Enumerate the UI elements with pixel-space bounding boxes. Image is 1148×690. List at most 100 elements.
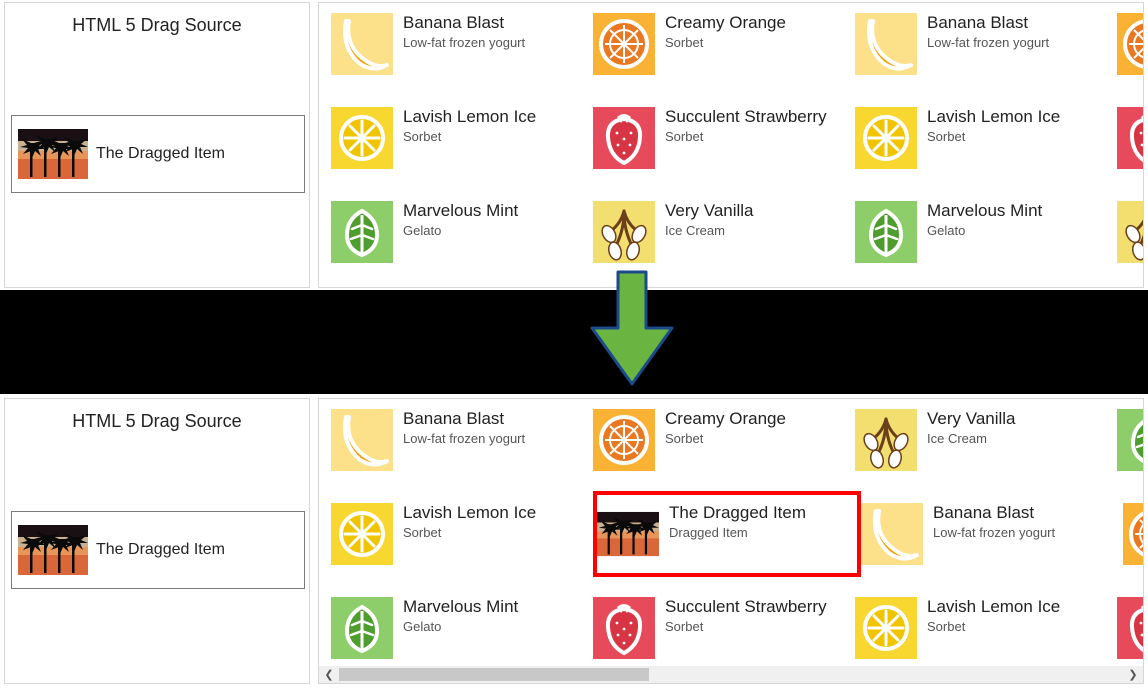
vanilla-icon — [855, 409, 917, 471]
grid-item[interactable]: Lavish Lemon Ice Sorbet — [855, 101, 1117, 177]
item-title: Lavish Lemon Ice — [927, 107, 1060, 127]
banana-icon — [861, 503, 923, 565]
item-subtitle: Sorbet — [665, 619, 827, 634]
mint-icon — [1117, 409, 1144, 471]
item-subtitle: Gelato — [403, 223, 518, 238]
lemon-icon — [331, 503, 393, 565]
mint-icon — [855, 201, 917, 263]
scroll-right-button[interactable]: ❯ — [1123, 666, 1143, 683]
strawberry-icon — [593, 107, 655, 169]
orange-icon — [593, 13, 655, 75]
lemon-icon — [855, 107, 917, 169]
grid-row: Lavish Lemon IceSorbetSucculent Strawber… — [331, 101, 1144, 177]
grid-item[interactable] — [1117, 591, 1144, 667]
drop-target-panel-before[interactable]: Banana Blast Low-fat frozen yogurt Creamy … — [318, 2, 1144, 288]
grid-row: Banana Blast Low-fat frozen yogurt Creamy … — [331, 7, 1144, 83]
grid-item[interactable]: Banana Blast Low-fat frozen yogurt — [331, 7, 593, 83]
item-subtitle: Sorbet — [665, 35, 786, 50]
grid-item[interactable]: Succulent Strawberry Sorbet — [593, 101, 855, 177]
grid-item[interactable]: Banana Blast Low-fat frozen yogurt — [861, 497, 1123, 573]
orange-icon — [1117, 13, 1144, 75]
grid-row: Marvelous Mint Gelato Very Vanilla Ice Crea… — [331, 195, 1144, 271]
item-title: Marvelous Mint — [403, 597, 518, 617]
orange-icon — [593, 409, 655, 471]
grid-row: Banana BlastLow-fat frozen yogurtCreamy … — [331, 403, 1144, 479]
item-subtitle: Dragged Item — [669, 525, 806, 540]
banana-icon — [855, 13, 917, 75]
palm-icon — [18, 525, 88, 575]
item-title: Banana Blast — [927, 13, 1049, 33]
grid-item[interactable]: Very Vanilla Ice Cream — [855, 403, 1117, 479]
grid-item[interactable]: Succulent Strawberry Sorbet — [593, 591, 855, 667]
grid-item[interactable]: Marvelous MintGelato — [855, 195, 1117, 271]
grid-item[interactable] — [1117, 7, 1144, 83]
lemon-icon — [855, 597, 917, 659]
grid-item[interactable]: The Dragged Item Dragged Item — [593, 491, 861, 577]
item-title: Banana Blast — [933, 503, 1055, 523]
divider-band — [0, 290, 1148, 394]
grid-row: Lavish Lemon Ice Sorbet The Dragged Item Dr… — [331, 497, 1144, 573]
item-subtitle: Sorbet — [927, 619, 1060, 634]
item-title: Succulent Strawberry — [665, 597, 827, 617]
palm-icon — [597, 503, 659, 565]
lemon-icon — [331, 107, 393, 169]
horizontal-scrollbar[interactable]: ❮ ❯ — [319, 666, 1143, 683]
vanilla-icon — [593, 201, 655, 263]
scroll-thumb[interactable] — [339, 668, 649, 681]
mint-icon — [331, 201, 393, 263]
item-subtitle: Low-fat frozen yogurt — [403, 35, 525, 50]
grid-item[interactable]: Marvelous Mint Gelato — [331, 591, 593, 667]
item-title: The Dragged Item — [669, 503, 806, 523]
item-subtitle: Ice Cream — [927, 431, 1016, 446]
grid-item[interactable] — [1123, 497, 1144, 573]
drag-source-panel-after: HTML 5 Drag Source The Dragged Item — [4, 398, 310, 684]
grid-row: Marvelous Mint Gelato Succulent Strawberry… — [331, 591, 1144, 667]
item-subtitle: Sorbet — [927, 129, 1060, 144]
item-title: Marvelous Mint — [403, 201, 518, 221]
item-title: Very Vanilla — [665, 201, 754, 221]
drag-source-panel-before: HTML 5 Drag Source The Dragged Item — [4, 2, 310, 288]
orange-icon — [1123, 503, 1144, 565]
drag-source-title: HTML 5 Drag Source — [5, 3, 309, 36]
item-subtitle: Low-fat frozen yogurt — [933, 525, 1055, 540]
grid-item[interactable] — [1117, 195, 1144, 271]
banana-icon — [331, 13, 393, 75]
item-subtitle: Sorbet — [665, 129, 827, 144]
grid-item[interactable]: Lavish Lemon Ice Sorbet — [331, 497, 593, 573]
mint-icon — [331, 597, 393, 659]
item-title: Banana Blast — [403, 409, 525, 429]
item-subtitle: Sorbet — [403, 525, 536, 540]
drag-item-label: The Dragged Item — [96, 541, 225, 559]
grid-item[interactable]: Lavish Lemon IceSorbet — [855, 591, 1117, 667]
banana-icon — [331, 409, 393, 471]
item-subtitle: Ice Cream — [665, 223, 754, 238]
item-title: Creamy Orange — [665, 409, 786, 429]
item-title: Banana Blast — [403, 13, 525, 33]
arrow-down-icon — [588, 270, 676, 388]
grid-item[interactable]: Banana BlastLow-fat frozen yogurt — [331, 403, 593, 479]
grid-item[interactable]: Creamy Orange Sorbet — [593, 403, 855, 479]
item-title: Succulent Strawberry — [665, 107, 827, 127]
grid-item[interactable]: Creamy OrangeSorbet — [593, 7, 855, 83]
grid-item[interactable]: Marvelous Mint Gelato — [331, 195, 593, 271]
drop-target-panel-after[interactable]: Banana Blast Low-fat frozen yogurt Creamy … — [318, 398, 1144, 684]
grid-item[interactable] — [1117, 403, 1144, 479]
strawberry-icon — [593, 597, 655, 659]
item-title: Lavish Lemon Ice — [403, 107, 536, 127]
draggable-item[interactable]: The Dragged Item — [11, 511, 305, 589]
drag-item-label: The Dragged Item — [96, 145, 225, 163]
item-subtitle: Sorbet — [665, 431, 786, 446]
grid-item[interactable] — [1117, 101, 1144, 177]
item-subtitle: Gelato — [403, 619, 518, 634]
item-subtitle: Gelato — [927, 223, 1042, 238]
item-title: Very Vanilla — [927, 409, 1016, 429]
grid-item[interactable]: Lavish Lemon IceSorbet — [331, 101, 593, 177]
scroll-left-button[interactable]: ❮ — [319, 666, 339, 683]
grid-item[interactable]: Banana Blast Low-fat frozen yogurt — [855, 7, 1117, 83]
item-title: Lavish Lemon Ice — [403, 503, 536, 523]
draggable-item[interactable]: The Dragged Item — [11, 115, 305, 193]
drag-source-title: HTML 5 Drag Source — [5, 399, 309, 432]
item-subtitle: Low-fat frozen yogurt — [927, 35, 1049, 50]
grid-item[interactable]: Very Vanilla Ice Cream — [593, 195, 855, 271]
scroll-track[interactable] — [339, 666, 1123, 683]
